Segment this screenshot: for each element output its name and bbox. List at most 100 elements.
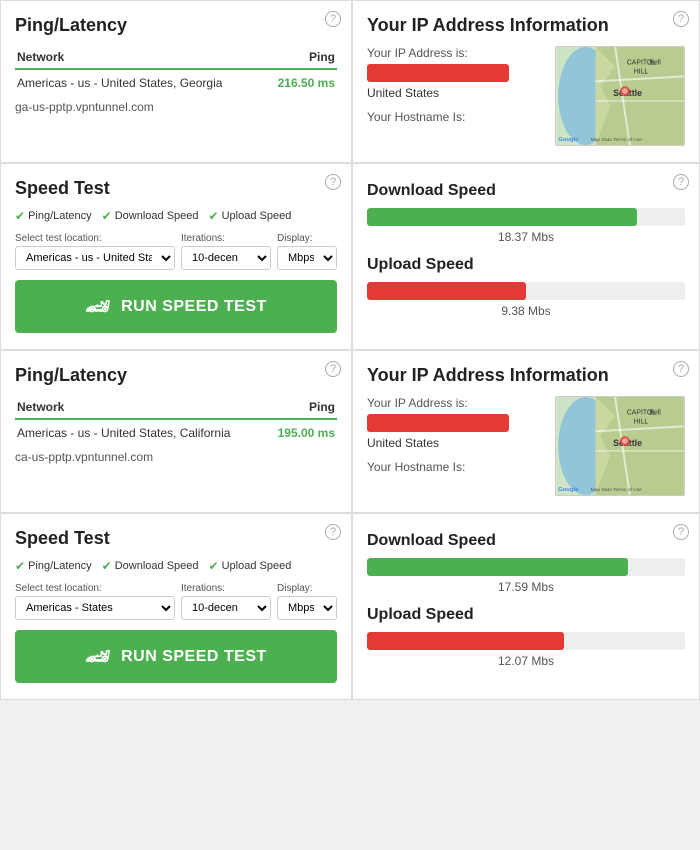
info-icon[interactable]: ? — [325, 361, 341, 377]
map-container: CAPITOL HILL Seattle Bell Google Map Dat… — [555, 396, 685, 496]
speed-card-title: Speed Test — [15, 178, 337, 199]
ping-value: 195.00 ms — [266, 419, 337, 442]
checkbox-label[interactable]: ✔ Download Speed — [102, 559, 199, 573]
info-icon[interactable]: ? — [325, 524, 341, 540]
ping-card-1: ? Ping/Latency Network Ping Americas - u… — [0, 0, 352, 163]
ping-card-title: Ping/Latency — [15, 365, 337, 386]
upload-label: Upload Speed — [367, 256, 685, 274]
download-bar-fill — [367, 558, 628, 576]
speeds-card-4: ? Download Speed 17.59 Mbs Upload Speed … — [352, 513, 700, 700]
svg-text:Bell: Bell — [649, 60, 661, 67]
ip-card-content: Your IP Address is: ████████████ United … — [367, 396, 685, 496]
ip-address: ████████████ — [367, 64, 509, 82]
run-speed-test-button[interactable]: 🏎 RUN SPEED TEST — [15, 630, 337, 683]
display-select[interactable]: Mbps — [277, 596, 337, 620]
checkboxes: ✔ Ping/Latency ✔ Download Speed ✔ Upload… — [15, 209, 337, 223]
checkbox-label[interactable]: ✔ Ping/Latency — [15, 209, 92, 223]
info-icon[interactable]: ? — [673, 174, 689, 190]
info-icon[interactable]: ? — [673, 524, 689, 540]
upload-value: 9.38 Mbs — [367, 304, 685, 318]
iterations-label: Iterations: — [181, 583, 271, 594]
form-row: Select test location: Americas - us - Un… — [15, 233, 337, 270]
ip-country: United States — [367, 86, 547, 100]
ip-card-1: ? Your IP Address Information Your IP Ad… — [352, 0, 700, 163]
download-label: Download Speed — [367, 182, 685, 200]
check-icon: ✔ — [209, 209, 219, 223]
checkbox-text: Upload Speed — [222, 210, 292, 222]
svg-text:HILL: HILL — [634, 68, 649, 75]
display-label: Display: — [277, 583, 337, 594]
ip-country: United States — [367, 436, 547, 450]
checkbox-text: Ping/Latency — [28, 560, 92, 572]
info-icon[interactable]: ? — [673, 11, 689, 27]
checkbox-label[interactable]: ✔ Download Speed — [102, 209, 199, 223]
svg-text:Map Data Terms of Use: Map Data Terms of Use — [591, 487, 643, 493]
display-group: Display: Mbps — [277, 583, 337, 620]
download-value: 17.59 Mbs — [367, 580, 685, 594]
speed-card-4: ? Speed Test ✔ Ping/Latency ✔ Download S… — [0, 513, 352, 700]
ping-card-title: Ping/Latency — [15, 15, 337, 36]
col-ping: Ping — [266, 396, 337, 419]
checkbox-text: Ping/Latency — [28, 210, 92, 222]
ip-card-3: ? Your IP Address Information Your IP Ad… — [352, 350, 700, 513]
ip-label: Your IP Address is: — [367, 46, 547, 60]
ip-info: Your IP Address is: ████████████ United … — [367, 46, 547, 146]
check-icon: ✔ — [102, 559, 112, 573]
iterations-select[interactable]: 10-decen — [181, 596, 271, 620]
svg-text:Map Data Terms of Use: Map Data Terms of Use — [591, 137, 643, 143]
ping-table: Network Ping Americas - us - United Stat… — [15, 46, 337, 92]
check-icon: ✔ — [209, 559, 219, 573]
checkbox-label[interactable]: ✔ Upload Speed — [209, 559, 292, 573]
location-group: Select test location: Americas - States — [15, 583, 175, 620]
ip-label: Your IP Address is: — [367, 396, 547, 410]
iterations-label: Iterations: — [181, 233, 271, 244]
location-label: Select test location: — [15, 233, 175, 244]
ping-row: Americas - us - United States, Californi… — [15, 419, 337, 442]
info-icon[interactable]: ? — [325, 11, 341, 27]
info-icon[interactable]: ? — [673, 361, 689, 377]
location-select[interactable]: Americas - States — [15, 596, 175, 620]
network-value: Americas - us - United States, Californi… — [15, 419, 266, 442]
checkbox-text: Download Speed — [115, 210, 199, 222]
run-speed-test-button[interactable]: 🏎 RUN SPEED TEST — [15, 280, 337, 333]
hostname-label: Your Hostname Is: — [367, 460, 547, 474]
speed-card-2: ? Speed Test ✔ Ping/Latency ✔ Download S… — [0, 163, 352, 350]
upload-value: 12.07 Mbs — [367, 654, 685, 668]
ping-value: 216.50 ms — [264, 69, 337, 92]
location-select[interactable]: Americas - us - United States, ( — [15, 246, 175, 270]
speed-card-title: Speed Test — [15, 528, 337, 549]
display-select[interactable]: Mbps — [277, 246, 337, 270]
col-network: Network — [15, 46, 264, 69]
iterations-group: Iterations: 10-decen — [181, 233, 271, 270]
speedometer-icon: 🏎 — [85, 644, 111, 669]
location-label: Select test location: — [15, 583, 175, 594]
upload-bar-fill — [367, 632, 564, 650]
iterations-group: Iterations: 10-decen — [181, 583, 271, 620]
ip-card-content: Your IP Address is: ████████████ United … — [367, 46, 685, 146]
svg-text:Bell: Bell — [649, 410, 661, 417]
iterations-select[interactable]: 10-decen — [181, 246, 271, 270]
upload-bar-fill — [367, 282, 526, 300]
check-icon: ✔ — [102, 209, 112, 223]
svg-text:Google: Google — [558, 487, 579, 493]
checkbox-label[interactable]: ✔ Upload Speed — [209, 209, 292, 223]
hostname-label: Your Hostname Is: — [367, 110, 547, 124]
upload-bar-container — [367, 282, 685, 300]
download-label: Download Speed — [367, 532, 685, 550]
display-label: Display: — [277, 233, 337, 244]
download-bar-container — [367, 558, 685, 576]
download-bar-container — [367, 208, 685, 226]
info-icon[interactable]: ? — [325, 174, 341, 190]
hostname: ca-us-pptp.vpntunnel.com — [15, 450, 337, 464]
download-bar-fill — [367, 208, 637, 226]
checkbox-text: Upload Speed — [222, 560, 292, 572]
map-container: CAPITOL HILL Seattle Bell Google Map Dat… — [555, 46, 685, 146]
ping-row: Americas - us - United States, Georgia 2… — [15, 69, 337, 92]
download-value: 18.37 Mbs — [367, 230, 685, 244]
upload-label: Upload Speed — [367, 606, 685, 624]
ip-address: ████████████ — [367, 414, 509, 432]
ip-card-title: Your IP Address Information — [367, 15, 685, 36]
checkbox-label[interactable]: ✔ Ping/Latency — [15, 559, 92, 573]
checkboxes: ✔ Ping/Latency ✔ Download Speed ✔ Upload… — [15, 559, 337, 573]
hostname: ga-us-pptp.vpntunnel.com — [15, 100, 337, 114]
